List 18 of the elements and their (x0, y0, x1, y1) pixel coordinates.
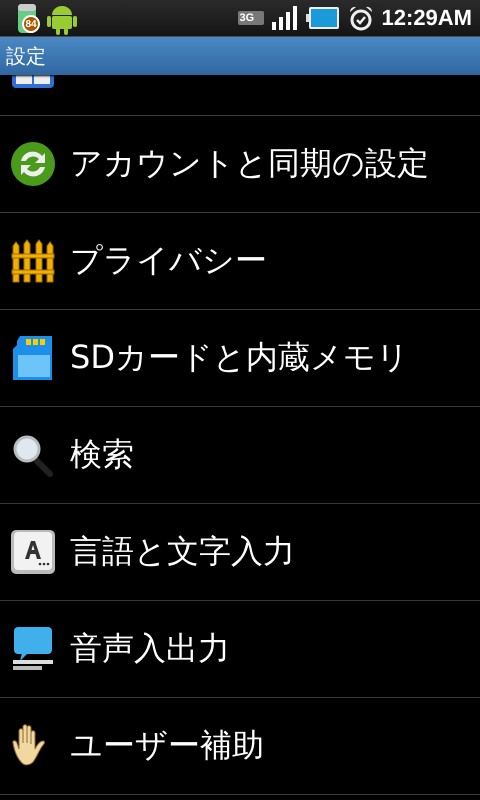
settings-item[interactable]: 言語と文字入力 (70, 530, 295, 574)
screen-title: 設定 (6, 44, 46, 68)
settings-item[interactable]: アカウントと同期の設定 (70, 142, 429, 186)
network-type-icon: 3G (238, 11, 264, 25)
settings-item[interactable]: SDカードと内蔵メモリ (70, 336, 409, 380)
settings-item[interactable]: 音声入出力 (70, 627, 230, 671)
settings-item[interactable]: 検索 (70, 433, 134, 477)
signal-icon (272, 6, 298, 30)
alarm-clock-icon (348, 5, 374, 31)
settings-item[interactable]: ユーザー補助 (70, 724, 264, 768)
fence-icon (10, 238, 56, 284)
settings-item[interactable]: プライバシー (70, 239, 267, 283)
keyboard-key-icon (10, 529, 56, 575)
clock-time: 12:29AM (382, 5, 472, 31)
battery-icon (306, 6, 340, 30)
speech-bubble-icon (10, 626, 56, 672)
notification-count: 84 (22, 15, 40, 33)
sync-icon (10, 141, 56, 187)
